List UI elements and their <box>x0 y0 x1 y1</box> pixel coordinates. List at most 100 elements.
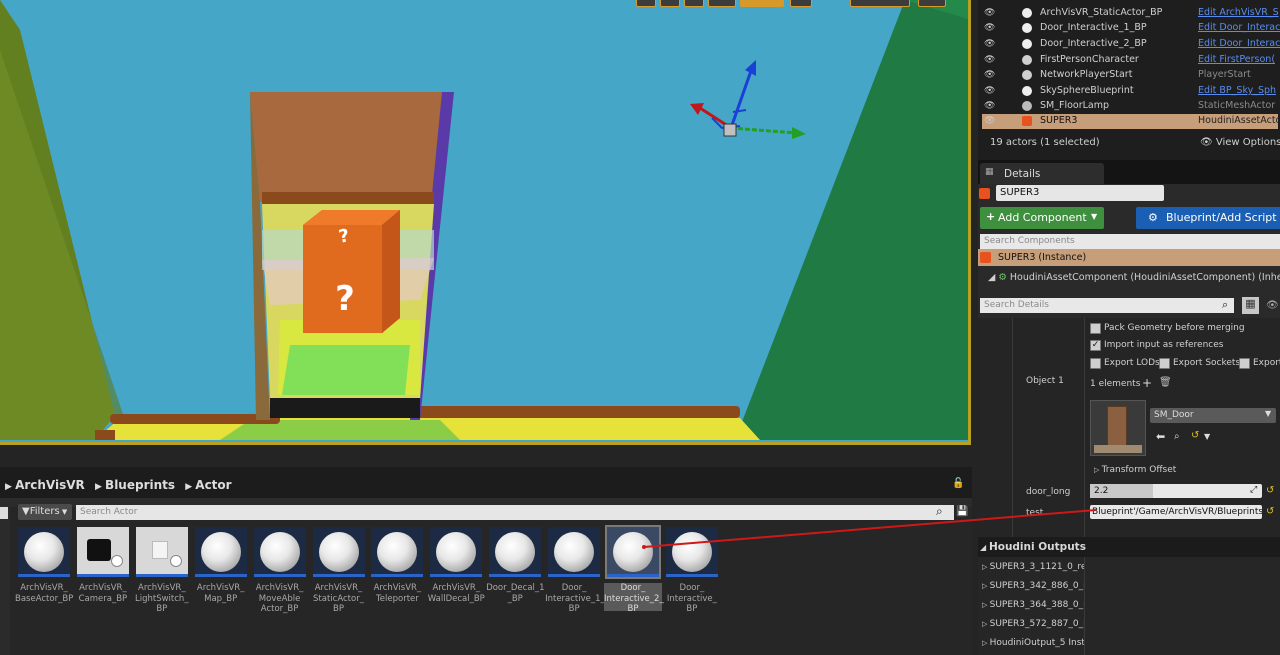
houdini-output-item[interactable]: ▷ SUPER3_572_887_0_n <box>982 619 1084 629</box>
door-long-slider[interactable]: 2.2 ⤢ <box>1090 484 1262 498</box>
outliner-row[interactable]: 👁 Door_Interactive_2_BP Edit Door_Interac <box>982 37 1280 52</box>
import-input-checkbox[interactable]: ✓ <box>1090 340 1101 351</box>
blueprint-add-script-button[interactable]: ⚙ Blueprint/Add Script <box>1136 207 1280 229</box>
chevron-down-icon[interactable]: ▼ <box>1204 432 1210 441</box>
door-thumbnail-icon <box>1107 406 1127 448</box>
use-selected-icon[interactable]: ⬅ <box>1156 430 1165 443</box>
asset-thumbnail[interactable] <box>430 527 483 577</box>
search-icon[interactable]: ⌕ <box>936 504 943 519</box>
test-input[interactable]: Blueprint'/Game/ArchVisVR/Blueprints/A <box>1090 505 1262 519</box>
add-element-icon[interactable]: + <box>1142 376 1152 390</box>
outliner-row-name: SM_FloorLamp <box>1040 100 1110 111</box>
edit-blueprint-link[interactable]: Edit Door_Interac <box>1198 38 1280 49</box>
outliner-row[interactable]: 👁 NetworkPlayerStart PlayerStart <box>982 68 1278 83</box>
collapse-arrow-icon: ◢ <box>980 543 989 552</box>
asset-thumbnail[interactable] <box>312 527 365 577</box>
visibility-eye-icon[interactable]: 👁 <box>984 86 996 96</box>
export-more-checkbox[interactable] <box>1239 358 1250 369</box>
search-components-input[interactable]: Search Components <box>980 234 1280 249</box>
snap-icon[interactable] <box>684 0 704 7</box>
outliner-row[interactable]: 👁 SUPER3 HoudiniAssetActo <box>982 114 1280 129</box>
maximize-icon[interactable] <box>918 0 946 7</box>
outliner-row[interactable]: 👁 FirstPersonCharacter Edit FirstPerson( <box>982 53 1278 68</box>
add-component-button[interactable]: + Add Component ▼ <box>980 207 1104 229</box>
edit-blueprint-link[interactable]: Edit BP_Sky_Sph <box>1198 85 1280 96</box>
camera-icon <box>86 539 111 561</box>
asset-thumbnail[interactable] <box>665 527 718 577</box>
visibility-eye-icon[interactable]: 👁 <box>984 39 996 49</box>
outliner-row-type: StaticMeshActor <box>1198 100 1276 111</box>
outliner-row[interactable]: 👁 ArchVisVR_StaticActor_BP Edit ArchVisVR_… <box>982 6 1280 21</box>
outliner-row-partial[interactable] <box>982 0 1278 5</box>
houdini-output-item[interactable]: ▷ SUPER3_342_886_0_n <box>982 581 1084 591</box>
mesh-thumbnail[interactable] <box>1090 400 1146 456</box>
houdini-icon <box>979 188 990 199</box>
rotate-icon[interactable] <box>740 0 784 7</box>
houdini-output-item[interactable]: ▷ HoudiniOutput_5 Insta <box>982 638 1084 648</box>
asset-thumbnail[interactable] <box>548 527 601 577</box>
houdini-outputs-header[interactable]: ◢ Houdini Outputs <box>980 541 1086 553</box>
reset-icon[interactable]: ↺ <box>1191 430 1199 441</box>
eye-icon[interactable]: 👁 <box>1266 300 1279 311</box>
browse-icon[interactable]: ⌕ <box>1174 431 1180 442</box>
level-viewport[interactable]: ? ? <box>0 0 971 445</box>
visibility-eye-icon[interactable]: 👁 <box>984 116 996 126</box>
camera-icon[interactable] <box>660 0 680 7</box>
tab-details[interactable]: ▦ Details <box>980 163 1104 184</box>
sphere-icon <box>613 532 653 572</box>
instance-row[interactable]: SUPER3 (Instance) <box>978 249 1280 266</box>
scale-icon[interactable] <box>790 0 812 7</box>
trash-icon[interactable]: 🗑 <box>1159 377 1172 388</box>
asset-thumbnail[interactable] <box>18 527 70 577</box>
sources-toggle-icon[interactable] <box>0 507 8 519</box>
reset-icon[interactable]: ↺ <box>1266 485 1274 496</box>
actor-name-field[interactable]: SUPER3 <box>996 185 1164 201</box>
outliner-row[interactable]: 👁 SkySphereBlueprint Edit BP_Sky_Sph <box>982 84 1278 99</box>
houdini-output-label: HoudiniOutput_5 Insta <box>989 638 1084 648</box>
visibility-eye-icon[interactable]: 👁 <box>984 8 996 18</box>
asset-thumbnail[interactable] <box>605 525 661 579</box>
search-details-input[interactable]: Search Details <box>980 298 1234 313</box>
speed-icon[interactable] <box>850 0 910 7</box>
export-sockets-checkbox[interactable] <box>1159 358 1170 369</box>
houdini-output-item[interactable]: ▷ SUPER3_364_388_0_n <box>982 600 1084 610</box>
visibility-eye-icon[interactable]: 👁 <box>984 101 996 111</box>
asset-thumbnail[interactable] <box>253 527 306 577</box>
export-lods-checkbox[interactable] <box>1090 358 1101 369</box>
breadcrumb-blueprints[interactable]: Blueprints <box>105 478 175 492</box>
breadcrumb-actor[interactable]: Actor <box>195 478 231 492</box>
view-options-button[interactable]: 👁 View Options <box>1200 137 1280 148</box>
edit-blueprint-link[interactable]: Edit ArchVisVR_S <box>1198 7 1280 18</box>
grid-icon[interactable] <box>708 0 736 7</box>
grid-view-icon[interactable]: ▦ <box>1242 297 1259 314</box>
mesh-select-dropdown[interactable]: SM_Door ▼ <box>1150 408 1276 423</box>
edit-blueprint-link[interactable]: Edit FirstPerson( <box>1198 54 1280 65</box>
asset-thumbnail[interactable] <box>76 527 129 577</box>
asset-thumbnail[interactable] <box>135 527 188 577</box>
move-icon[interactable] <box>636 0 656 7</box>
breadcrumb-archvisvr[interactable]: ArchVisVR <box>15 478 85 492</box>
filters-button[interactable]: ▼Filters ▼ <box>18 504 72 520</box>
instance-label: SUPER3 (Instance) <box>998 252 1087 263</box>
asset-thumbnail[interactable] <box>371 527 424 577</box>
viewport-scene: ? ? <box>0 0 968 442</box>
edit-blueprint-link[interactable]: Edit Door_Interac <box>1198 22 1280 33</box>
reset-icon[interactable]: ↺ <box>1266 506 1274 517</box>
export-sockets-label: Export Sockets <box>1173 358 1241 368</box>
search-icon[interactable]: ⌕ <box>1222 298 1228 312</box>
pack-geometry-checkbox[interactable] <box>1090 323 1101 334</box>
character-icon <box>1022 55 1032 65</box>
outliner-row[interactable]: 👁 SM_FloorLamp StaticMeshActor <box>982 99 1278 114</box>
houdini-output-item[interactable]: ▷ SUPER3_3_1121_0_re <box>982 562 1084 572</box>
lock-icon[interactable]: 🔓 <box>952 478 964 489</box>
asset-thumbnail[interactable] <box>194 527 247 577</box>
visibility-eye-icon[interactable]: 👁 <box>984 70 996 80</box>
transform-offset-row[interactable]: ▷ Transform Offset <box>1094 465 1176 475</box>
houdini-asset-component-row[interactable]: ◢ ⚙ HoudiniAssetComponent (HoudiniAssetC… <box>988 272 1280 283</box>
visibility-eye-icon[interactable]: 👁 <box>984 55 996 65</box>
search-actor-input[interactable]: Search Actor <box>76 505 954 520</box>
save-search-icon[interactable]: 💾 <box>956 506 968 517</box>
visibility-eye-icon[interactable]: 👁 <box>984 23 996 33</box>
outliner-row[interactable]: 👁 Door_Interactive_1_BP Edit Door_Interac <box>982 21 1280 36</box>
asset-thumbnail[interactable] <box>489 527 542 577</box>
